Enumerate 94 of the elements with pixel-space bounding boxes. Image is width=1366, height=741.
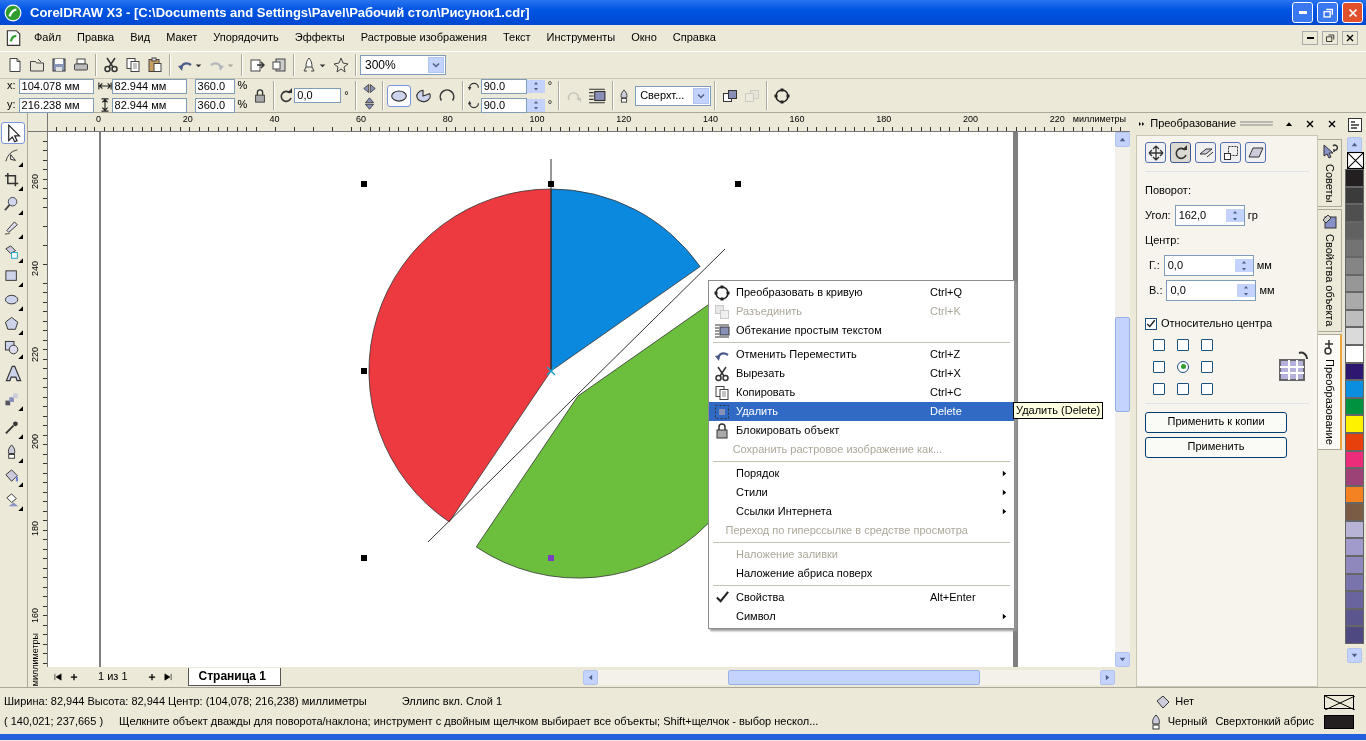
unit-label: % — [236, 98, 249, 112]
field-label: Г.: — [1149, 259, 1160, 273]
ruler-label: 220 — [30, 347, 40, 363]
menu-item[interactable]: Блокировать объект — [709, 421, 1014, 440]
menu-item[interactable]: Преобразовать в кривую Ctrl+Q — [709, 283, 1014, 302]
vertical-center-field[interactable]: 0,0 — [1166, 280, 1257, 302]
status-text: ( 140,021; 237,665 ) — [4, 715, 104, 729]
shortcut-text: Ctrl+Q — [930, 285, 964, 300]
shortcut-text: Ctrl+Z — [930, 347, 962, 362]
height-field[interactable]: 82.944 мм — [111, 97, 187, 113]
window-title: CorelDRAW X3 - [C:\Documents and Settings\Pavel\Рабочий стол\Рисунок1.cdr] — [30, 4, 531, 21]
ruler-label: 0 — [96, 114, 101, 124]
menu-item[interactable]: Эффекты — [286, 30, 353, 46]
apply-button[interactable]: Применить к копии — [1145, 411, 1287, 433]
docker-tab[interactable]: Советы — [1318, 139, 1342, 208]
section-label: Центр: — [1145, 234, 1181, 248]
menu-item[interactable]: Обтекание простым текстом — [709, 321, 1014, 340]
fill-status-text: Нет — [1175, 695, 1194, 709]
docker-title: Преобразование — [1150, 117, 1237, 131]
menu-item[interactable]: Ссылки Интернета — [709, 502, 1014, 521]
menu-item[interactable]: Растровые изображения — [352, 30, 495, 46]
unit-label: гр — [1246, 209, 1259, 223]
unit-label: ° — [546, 79, 554, 93]
ruler-label: 40 — [269, 114, 280, 124]
ruler-label: 200 — [963, 114, 979, 124]
field-label: Угол: — [1145, 209, 1171, 223]
unit-label: мм — [1258, 284, 1276, 298]
ruler-label: 20 — [182, 114, 193, 124]
docker-tab[interactable]: Преобразование — [1318, 333, 1342, 450]
menu-item[interactable]: Свойства Alt+Enter — [709, 588, 1014, 607]
field-label: В.: — [1149, 284, 1163, 298]
shortcut-text: Delete — [930, 404, 963, 419]
menu-item[interactable]: Справка — [664, 30, 724, 46]
angle-field[interactable]: 162,0 — [1174, 205, 1245, 227]
status-text: Эллипс вкл. Слой 1 — [401, 695, 503, 709]
field-label: x: — [6, 79, 17, 93]
field-label: y: — [6, 98, 17, 112]
menu-item[interactable]: Файл — [26, 30, 70, 46]
unit-label: ° — [343, 88, 350, 103]
menu-item[interactable]: Наложение абриса поверх — [709, 564, 1014, 583]
menu-item[interactable]: Окно — [623, 30, 665, 46]
end-angle-field[interactable]: 90.0 — [480, 97, 527, 113]
ruler-unit-label: миллиметры — [30, 632, 40, 686]
ruler-label: 240 — [30, 260, 40, 276]
section-label: Поворот: — [1145, 184, 1192, 198]
ruler-label: 160 — [30, 607, 40, 623]
menu-item[interactable]: Стили — [709, 483, 1014, 502]
menu-item[interactable]: Упорядочить — [205, 30, 287, 46]
ruler-label: 220 — [1049, 114, 1065, 124]
unit-label: ° — [546, 98, 554, 112]
ruler-unit-label: миллиметры — [1072, 114, 1126, 124]
status-text: Щелкните объект дважды для поворота/наклона; инструмент с двойным щелчком выбирает все объекты; Shift+щелчок - выбор нескол... — [119, 715, 819, 729]
ruler-label: 180 — [876, 114, 892, 124]
ruler-label: 60 — [356, 114, 367, 124]
menu-item[interactable]: Отменить Переместить Ctrl+Z — [709, 345, 1014, 364]
menu-item[interactable]: Символ — [709, 607, 1014, 626]
ruler-label: 160 — [789, 114, 805, 124]
menu-item[interactable]: Инструменты — [538, 30, 624, 46]
ruler-label: 120 — [616, 114, 632, 124]
docker-tab[interactable]: Свойства объекта — [1318, 209, 1342, 332]
status-text: Ширина: 82,944 Высота: 82,944 Центр: (104,078; 216,238) миллиметры — [4, 695, 367, 709]
outline-status-text: Сверхтонкий абрис — [1215, 715, 1314, 729]
menu-item[interactable]: Удалить Delete — [709, 402, 1014, 421]
ruler-label: 140 — [702, 114, 718, 124]
horizontal-center-field[interactable]: 0,0 — [1163, 255, 1254, 277]
checkbox-label: Относительно центра — [1161, 317, 1273, 331]
menu-item[interactable]: Вид — [122, 30, 159, 46]
shortcut-text: Alt+Enter — [930, 590, 977, 605]
zoom-dropdown[interactable]: 300% — [360, 55, 446, 75]
menu-item[interactable]: Макет — [158, 30, 206, 46]
outline-status-text: Черный — [1167, 715, 1208, 729]
unit-label: % — [236, 79, 249, 93]
tooltip: Удалить (Delete) — [1013, 402, 1104, 420]
outline-width-dropdown[interactable]: Сверхт... — [635, 85, 712, 106]
ruler-label: 80 — [442, 114, 453, 124]
ruler-label: 200 — [30, 434, 40, 450]
unit-label: мм — [1255, 259, 1273, 273]
y-position-field[interactable]: 216.238 мм — [18, 97, 94, 113]
ruler-label: 100 — [529, 114, 545, 124]
menu-item[interactable]: Порядок — [709, 464, 1014, 483]
menu-item[interactable]: Вырезать Ctrl+X — [709, 364, 1014, 383]
shortcut-text: Ctrl+X — [930, 366, 962, 381]
scale-field[interactable]: 360.0 — [194, 97, 235, 113]
page-tab[interactable]: Страница 1 — [187, 667, 281, 687]
ruler-label: 180 — [30, 520, 40, 536]
apply-button[interactable]: Применить — [1145, 436, 1287, 458]
rotation-field[interactable]: 0,0 — [294, 88, 342, 103]
menu-item[interactable]: Копировать Ctrl+C — [709, 383, 1014, 402]
page-counter: 1 из 1 — [97, 670, 129, 684]
ruler-label: 260 — [30, 174, 40, 190]
shortcut-text: Ctrl+K — [930, 304, 962, 319]
menu-item[interactable]: Текст — [494, 30, 539, 46]
shortcut-text: Ctrl+C — [930, 385, 963, 400]
menu-item[interactable]: Правка — [69, 30, 123, 46]
